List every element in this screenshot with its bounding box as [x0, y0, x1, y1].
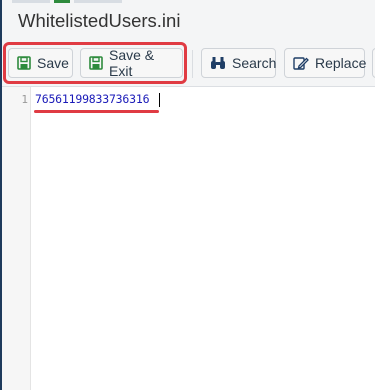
top-tab-edge-2	[74, 0, 122, 3]
save-button-label: Save	[37, 55, 69, 71]
code-editor[interactable]: 1 76561199833736316	[2, 87, 375, 390]
file-title: WhitelistedUsers.ini	[18, 10, 181, 31]
line-number: 1	[21, 93, 28, 106]
save-exit-button-label: Save & Exit	[109, 47, 155, 79]
search-button[interactable]: Search	[201, 48, 276, 78]
text-cursor	[159, 93, 160, 107]
save-exit-button[interactable]: Save & Exit	[80, 47, 183, 79]
edit-icon	[293, 56, 309, 70]
top-tab-edge	[12, 0, 50, 3]
save-button[interactable]: Save	[8, 48, 73, 78]
line-number-gutter: 1	[2, 87, 31, 390]
code-line[interactable]: 76561199833736316	[35, 92, 150, 106]
floppy-disk-icon	[17, 56, 31, 70]
replace-button-label: Replace	[315, 55, 367, 71]
toolbar-divider	[192, 50, 193, 78]
replace-button[interactable]: Replace	[284, 48, 367, 78]
binoculars-icon	[210, 56, 226, 70]
code-underline-highlight	[34, 110, 159, 113]
top-tab-indicator	[54, 0, 70, 3]
search-button-label: Search	[232, 55, 277, 71]
floppy-disk-icon	[89, 56, 103, 70]
